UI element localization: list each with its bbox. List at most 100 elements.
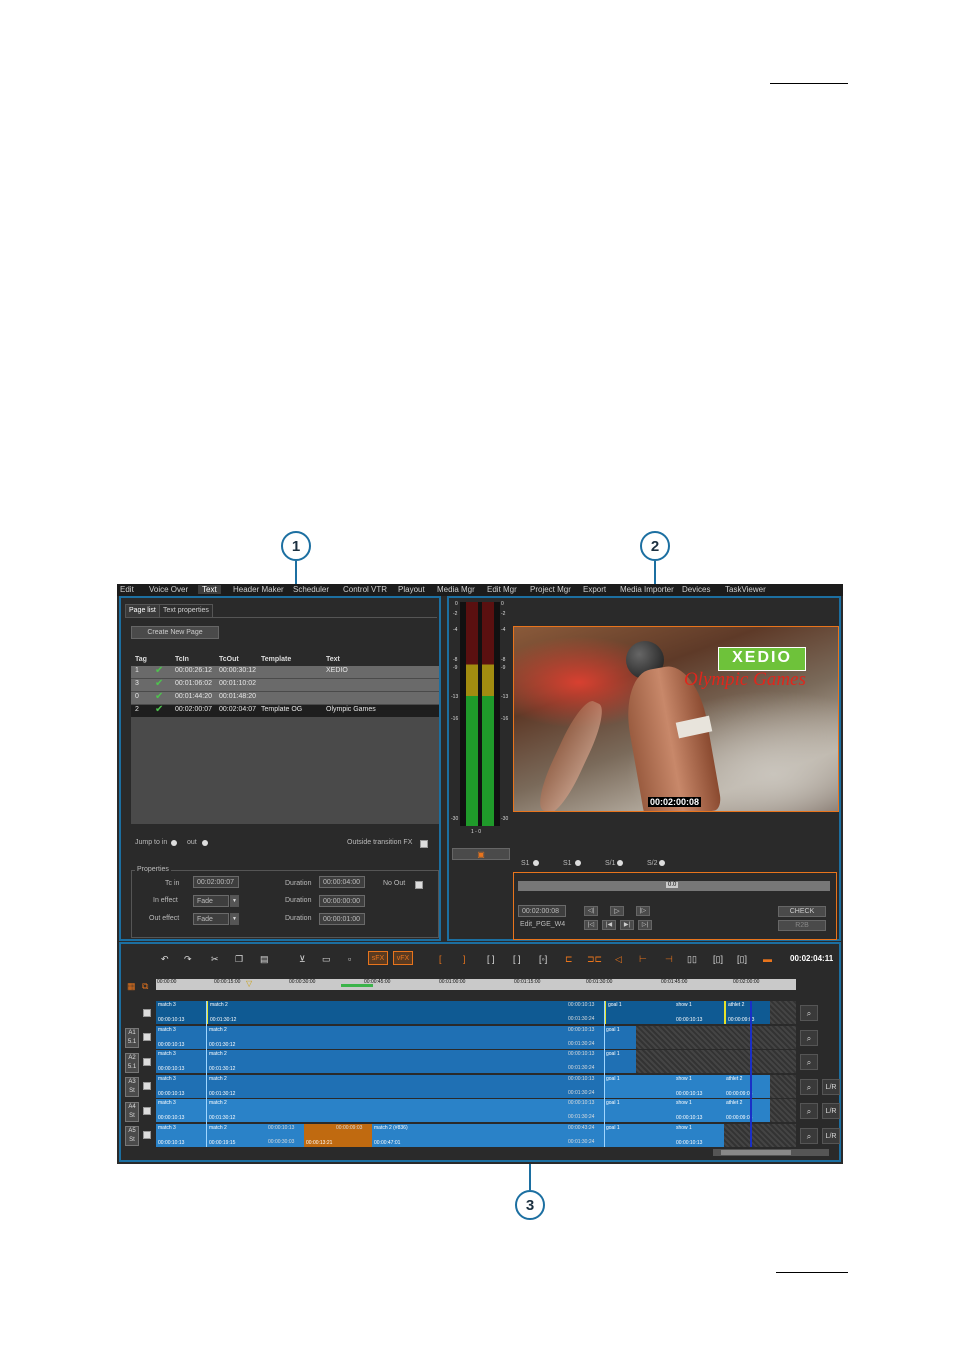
- outside-fx-checkbox[interactable]: [420, 840, 428, 848]
- timeline-clip[interactable]: show 1 00:00:10:13: [674, 1124, 724, 1147]
- timeline-clip[interactable]: goal 1: [604, 1001, 676, 1024]
- table-row-selected[interactable]: 2 ✔ 00:02:00:07 00:02:04:07 Template OG …: [131, 704, 439, 717]
- jump-to-in-radio[interactable]: [171, 840, 177, 846]
- menu-header-maker[interactable]: Header Maker: [233, 585, 284, 594]
- clip-in-icon[interactable]: [▯]: [713, 954, 723, 965]
- transport-timecode[interactable]: 00:02:00:08: [518, 905, 566, 917]
- zoom-icon[interactable]: ⌕: [800, 1030, 818, 1046]
- menu-export[interactable]: Export: [583, 585, 606, 594]
- mark-out-bracket-icon[interactable]: ]: [463, 954, 466, 964]
- step-forward-icon[interactable]: |▷: [636, 906, 650, 916]
- menu-media-importer[interactable]: Media Importer: [620, 585, 674, 594]
- menu-devices[interactable]: Devices: [682, 585, 710, 594]
- track-a1-checkbox[interactable]: [143, 1033, 151, 1041]
- paste-icon[interactable]: ▤: [260, 954, 269, 965]
- copy-icon[interactable]: ❐: [235, 954, 243, 965]
- scrollbar-thumb[interactable]: [721, 1150, 791, 1155]
- timeline-clip[interactable]: match 2 00:01:30:12: [206, 1001, 606, 1024]
- in-duration-field[interactable]: 00:00:00:00: [319, 895, 365, 907]
- timeline-clip[interactable]: match 2 00:01:30:12: [206, 1075, 605, 1098]
- trim-in-icon[interactable]: ⊢: [639, 954, 647, 965]
- timeline-clip[interactable]: show 1 00:00:10:13: [674, 1099, 724, 1122]
- lr-button[interactable]: L/R: [822, 1103, 840, 1119]
- mark-in-bracket-icon[interactable]: [: [439, 954, 442, 964]
- timeline-clip[interactable]: match 2 00:01:30:12: [206, 1099, 605, 1122]
- vfx-button[interactable]: vFX: [393, 951, 413, 965]
- zoom-icon[interactable]: ⌕: [800, 1079, 818, 1095]
- timeline-clip[interactable]: goal 1: [604, 1050, 636, 1073]
- go-to-start-icon[interactable]: |◁: [584, 920, 598, 930]
- zoom-icon[interactable]: ⌕: [800, 1128, 818, 1144]
- table-row[interactable]: 0 ✔ 00:01:44:20 00:01:48:20: [131, 691, 439, 704]
- out-radio[interactable]: [202, 840, 208, 846]
- out-effect-select[interactable]: Fade: [193, 913, 229, 925]
- sfx-button[interactable]: sFX: [368, 951, 388, 965]
- grid-icon[interactable]: ▦: [127, 981, 136, 992]
- table-row[interactable]: 3 ✔ 00:01:06:02 00:01:10:02: [131, 678, 439, 691]
- timeline-clip[interactable]: athlet 2 00:00:09:03: [724, 1001, 772, 1024]
- timeline-clip[interactable]: goal 1: [604, 1075, 674, 1098]
- track-a5-checkbox[interactable]: [143, 1131, 151, 1139]
- lr-button[interactable]: L/R: [822, 1128, 840, 1144]
- render-icon[interactable]: ▬: [763, 954, 772, 964]
- redo-icon[interactable]: ↷: [184, 954, 192, 965]
- track-a2-checkbox[interactable]: [143, 1058, 151, 1066]
- tab-page-list[interactable]: Page list: [125, 604, 160, 618]
- timeline-scrollbar[interactable]: [713, 1149, 829, 1156]
- insert-icon[interactable]: ⊏: [565, 954, 573, 965]
- storyboard-icon[interactable]: ▯▯: [687, 954, 697, 965]
- mark-in-icon[interactable]: |◀: [602, 920, 616, 930]
- trim-left-icon[interactable]: ◁: [615, 954, 622, 965]
- undo-icon[interactable]: ↶: [161, 954, 169, 965]
- playhead-marker[interactable]: ▽: [246, 979, 252, 988]
- menu-scheduler[interactable]: Scheduler: [293, 585, 329, 594]
- chevron-down-icon[interactable]: ▼: [230, 895, 239, 907]
- zoom-icon[interactable]: ⌕: [800, 1005, 818, 1021]
- link-icon[interactable]: ⧉: [142, 981, 148, 992]
- table-row[interactable]: 1 ✔ 00:00:26:12 00:00:30:12 XEDIO: [131, 665, 439, 678]
- out-duration-field[interactable]: 00:00:01:00: [319, 913, 365, 925]
- select-range-icon[interactable]: [ ]: [513, 954, 521, 964]
- menu-text[interactable]: Text: [198, 585, 221, 594]
- zoom-icon[interactable]: ⌕: [800, 1103, 818, 1119]
- create-new-page-button[interactable]: Create New Page: [131, 626, 219, 639]
- go-to-end-icon[interactable]: ▷|: [638, 920, 652, 930]
- split-icon[interactable]: [◦]: [539, 954, 547, 964]
- r2b-button[interactable]: R2B: [778, 920, 826, 931]
- step-back-icon[interactable]: ◁|: [584, 906, 598, 916]
- clip-out-icon[interactable]: [▯]: [737, 954, 747, 965]
- track-v-checkbox[interactable]: [143, 1009, 151, 1017]
- menu-control-vtr[interactable]: Control VTR: [343, 585, 387, 594]
- tab-text-properties[interactable]: Text properties: [159, 604, 213, 618]
- play-icon[interactable]: ▷: [610, 906, 624, 916]
- cut-icon[interactable]: ✂: [211, 954, 219, 965]
- camera-icon[interactable]: ▭: [322, 954, 331, 965]
- timeline-clip[interactable]: show 1 00:00:10:13: [674, 1075, 724, 1098]
- calendar-icon[interactable]: ▣: [452, 848, 510, 860]
- menu-edit-mgr[interactable]: Edit Mgr: [487, 585, 517, 594]
- timeline-clip[interactable]: match 2 00:01:30:12: [206, 1050, 605, 1073]
- no-out-checkbox[interactable]: [415, 881, 423, 889]
- mark-out-icon[interactable]: ▶|: [620, 920, 634, 930]
- chevron-down-icon[interactable]: ▼: [230, 913, 239, 925]
- track-a3-checkbox[interactable]: [143, 1082, 151, 1090]
- menu-voice-over[interactable]: Voice Over: [149, 585, 188, 594]
- overwrite-icon[interactable]: ⊐⊏: [587, 954, 602, 965]
- select-icon[interactable]: [ ]: [487, 954, 495, 964]
- in-effect-select[interactable]: Fade: [193, 895, 229, 907]
- menu-playout[interactable]: Playout: [398, 585, 425, 594]
- monitor-icon[interactable]: ▫: [348, 954, 351, 964]
- timeline-clip[interactable]: athlet 2 00:00:09:03: [724, 1075, 770, 1098]
- timeline-ruler[interactable]: 00:00:00 00:00:15:00 00:00:30:00 00:00:4…: [156, 979, 796, 990]
- timeline-clip[interactable]: match 3 00:00:10:13: [156, 1124, 206, 1147]
- lift-icon[interactable]: ⊻: [299, 954, 306, 965]
- check-button[interactable]: CHECK: [778, 906, 826, 917]
- tc-in-field[interactable]: 00:02:00:07: [193, 876, 239, 888]
- menu-media-mgr[interactable]: Media Mgr: [437, 585, 475, 594]
- duration-field[interactable]: 00:00:04:00: [319, 876, 365, 888]
- channel-radio[interactable]: [533, 860, 539, 866]
- timeline-clip[interactable]: athlet 2 00:00:09:03: [724, 1099, 770, 1122]
- trim-out-icon[interactable]: ⊣: [665, 954, 673, 965]
- menu-project-mgr[interactable]: Project Mgr: [530, 585, 571, 594]
- channel-radio[interactable]: [575, 860, 581, 866]
